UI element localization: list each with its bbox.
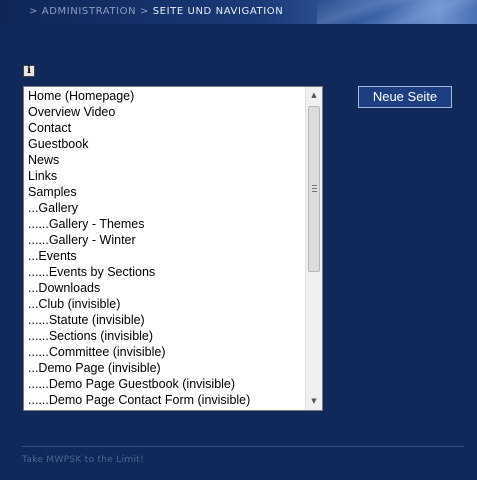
list-item[interactable]: ......Events by Sections [24, 264, 304, 280]
list-item[interactable]: ......Statute (invisible) [24, 312, 304, 328]
list-item[interactable]: Contact [24, 120, 304, 136]
breadcrumb-administration[interactable]: ADMINISTRATION [42, 6, 136, 17]
new-page-button[interactable]: Neue Seite [358, 86, 452, 108]
list-item[interactable]: Overview Video [24, 104, 304, 120]
footer-tagline: Take MWPSK to the Limit! [22, 455, 145, 465]
breadcrumb-separator: > [139, 6, 149, 17]
info-icon[interactable]: i [23, 65, 35, 77]
breadcrumb-separator: > [29, 6, 38, 17]
list-item[interactable]: ......Demo Page Guestbook (invisible) [24, 376, 304, 392]
breadcrumb: > ADMINISTRATION > SEITE UND NAVIGATION [29, 6, 283, 17]
scroll-down-arrow-icon[interactable]: ▼ [306, 393, 322, 410]
list-item[interactable]: Links [24, 168, 304, 184]
page-listbox[interactable]: Home (Homepage) Overview Video Contact Gues… [23, 86, 323, 411]
list-item[interactable]: ...Gallery [24, 200, 304, 216]
listbox-scrollbar[interactable]: ▲ ▼ [305, 87, 322, 410]
breadcrumb-current-page: SEITE UND NAVIGATION [152, 6, 284, 17]
page-list: Home (Homepage) Overview Video Contact Gues… [24, 88, 304, 408]
list-item[interactable]: Guestbook [24, 136, 304, 152]
list-item[interactable]: Samples [24, 184, 304, 200]
footer-divider [22, 446, 464, 447]
scrollbar-thumb[interactable] [308, 106, 320, 272]
list-item[interactable]: ......Committee (invisible) [24, 344, 304, 360]
scroll-up-arrow-icon[interactable]: ▲ [306, 87, 322, 104]
list-item[interactable]: ......Gallery - Themes [24, 216, 304, 232]
list-item[interactable]: News [24, 152, 304, 168]
list-item[interactable]: Home (Homepage) [24, 88, 304, 104]
header-bar: > ADMINISTRATION > SEITE UND NAVIGATION [0, 0, 477, 24]
list-item[interactable]: ...Events [24, 248, 304, 264]
list-item[interactable]: ...Demo Page (invisible) [24, 360, 304, 376]
grip-icon [312, 185, 317, 192]
list-item[interactable]: ...Downloads [24, 280, 304, 296]
list-item[interactable]: ...Club (invisible) [24, 296, 304, 312]
list-item[interactable]: ......Sections (invisible) [24, 328, 304, 344]
list-item[interactable]: ......Demo Page Contact Form (invisible) [24, 392, 304, 408]
header-decoration [317, 0, 477, 24]
list-item[interactable]: ......Gallery - Winter [24, 232, 304, 248]
